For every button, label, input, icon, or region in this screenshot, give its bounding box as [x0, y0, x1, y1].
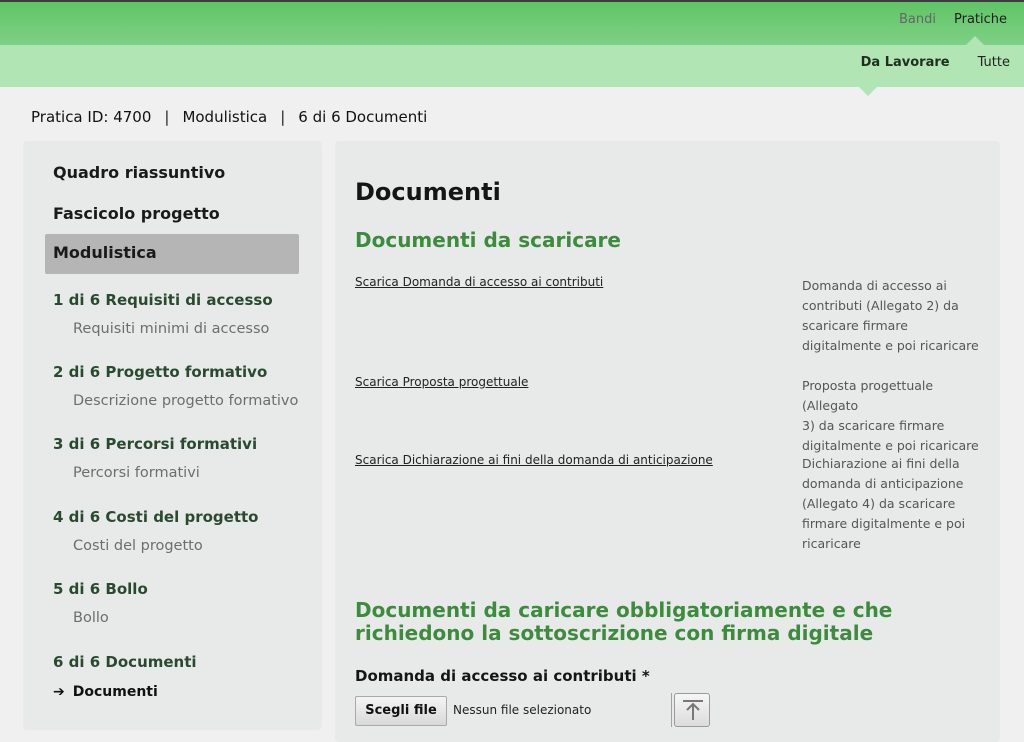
- download-desc-domanda: Domanda di accesso ai contributi (Allega…: [802, 276, 982, 356]
- desc-line: firmare digitalmente e poi: [802, 516, 966, 531]
- arrow-right-icon: ➔: [53, 684, 65, 700]
- upload-heading-line: Documenti da caricare obbligatoriamente …: [355, 598, 893, 622]
- nav-bandi[interactable]: Bandi: [890, 12, 945, 27]
- sidebar-substep-3[interactable]: Percorsi formativi: [73, 465, 200, 481]
- desc-line: Proposta progettuale (Allegato: [802, 378, 934, 413]
- active-nav-caret-icon: [966, 36, 984, 45]
- sidebar-step-2[interactable]: 2 di 6 Progetto formativo: [53, 363, 267, 381]
- upload-field-label: Domanda di accesso ai contributi *: [355, 667, 650, 685]
- breadcrumb-progress: 6 di 6 Documenti: [298, 108, 428, 126]
- download-link-dichiarazione[interactable]: Scarica Dichiarazione ai fini della doma…: [355, 453, 713, 467]
- download-desc-proposta: Proposta progettuale (Allegato 3) da sca…: [802, 376, 982, 456]
- upload-heading-line: richiedono la sottoscrizione con firma d…: [355, 621, 874, 645]
- sidebar-substep-5[interactable]: Bollo: [73, 610, 109, 626]
- download-link-proposta[interactable]: Scarica Proposta progettuale: [355, 375, 528, 389]
- sub-nav: Da Lavorare Tutte: [847, 55, 1024, 70]
- desc-line: Domanda di accesso ai: [802, 278, 947, 293]
- sidebar-substep-4[interactable]: Costi del progetto: [73, 538, 203, 554]
- download-section-heading: Documenti da scaricare: [355, 228, 621, 252]
- sidebar-item-fascicolo[interactable]: Fascicolo progetto: [53, 204, 220, 223]
- breadcrumb-pratica: Pratica ID: 4700: [31, 108, 152, 126]
- sidebar-substep-2[interactable]: Descrizione progetto formativo: [73, 393, 298, 409]
- download-link-domanda[interactable]: Scarica Domanda di accesso ai contributi: [355, 275, 603, 289]
- main-panel: Documenti Documenti da scaricare Scarica…: [335, 141, 1000, 742]
- sidebar-current-label: Documenti: [72, 684, 158, 700]
- upload-button[interactable]: [674, 693, 710, 727]
- desc-line: scaricare firmare: [802, 318, 908, 333]
- breadcrumb-separator: |: [164, 108, 170, 126]
- subnav-da-lavorare[interactable]: Da Lavorare: [847, 55, 964, 70]
- desc-line: Dichiarazione ai fini della: [802, 456, 960, 471]
- desc-line: digitalmente e poi ricaricare: [802, 438, 979, 453]
- desc-line: 3) da scaricare firmare: [802, 418, 945, 433]
- desc-line: domanda di anticipazione: [802, 476, 964, 491]
- upload-divider: [671, 693, 672, 727]
- top-nav: Bandi Pratiche: [890, 12, 1016, 27]
- desc-line: contributi (Allegato 2) da: [802, 298, 959, 313]
- file-status-text: Nessun file selezionato: [453, 703, 592, 717]
- sidebar-step-5[interactable]: 5 di 6 Bollo: [53, 580, 148, 598]
- subnav-tutte[interactable]: Tutte: [964, 55, 1024, 70]
- download-desc-dichiarazione: Dichiarazione ai fini della domanda di a…: [802, 454, 982, 554]
- choose-file-button[interactable]: Scegli file: [355, 696, 447, 726]
- page-title: Documenti: [355, 178, 501, 206]
- sidebar: Quadro riassuntivo Fascicolo progetto Mo…: [23, 141, 322, 730]
- sidebar-step-1[interactable]: 1 di 6 Requisiti di accesso: [53, 291, 273, 309]
- top-nav-bar: [0, 0, 1024, 45]
- sidebar-item-quadro[interactable]: Quadro riassuntivo: [53, 163, 225, 182]
- nav-pratiche[interactable]: Pratiche: [945, 12, 1016, 27]
- breadcrumb-section: Modulistica: [182, 108, 268, 126]
- sidebar-step-4[interactable]: 4 di 6 Costi del progetto: [53, 508, 258, 526]
- breadcrumb-separator: |: [280, 108, 286, 126]
- sidebar-item-modulistica[interactable]: Modulistica: [45, 234, 299, 274]
- desc-line: (Allegato 4) da scaricare: [802, 496, 956, 511]
- active-subnav-caret-icon: [859, 87, 877, 96]
- sidebar-step-6[interactable]: 6 di 6 Documenti: [53, 653, 197, 671]
- breadcrumb: Pratica ID: 4700 | Modulistica | 6 di 6 …: [31, 108, 427, 126]
- desc-line: ricaricare: [802, 536, 861, 551]
- sidebar-step-3[interactable]: 3 di 6 Percorsi formativi: [53, 435, 257, 453]
- upload-arrow-icon: [683, 700, 703, 720]
- desc-line: digitalmente e poi ricaricare: [802, 338, 979, 353]
- upload-section-heading: Documenti da caricare obbligatoriamente …: [355, 599, 892, 645]
- sidebar-current-item[interactable]: ➔ Documenti: [53, 684, 158, 700]
- sidebar-substep-1[interactable]: Requisiti minimi di accesso: [73, 321, 269, 337]
